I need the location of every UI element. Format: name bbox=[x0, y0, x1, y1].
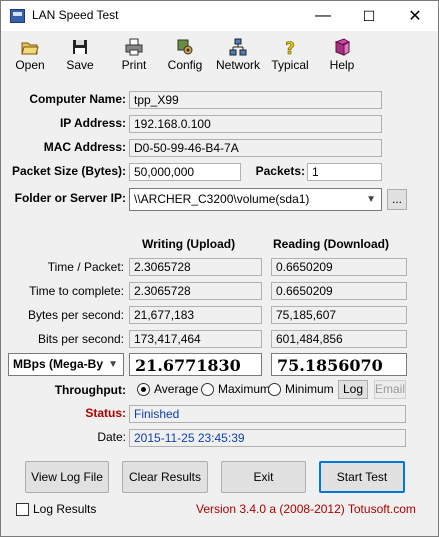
reading-header: Reading (Download) bbox=[273, 237, 389, 251]
date-label: Date: bbox=[97, 430, 126, 444]
toolbar-typical-button[interactable]: ? Typical bbox=[269, 38, 311, 74]
toolbar-help-button[interactable]: Help bbox=[326, 38, 358, 74]
minimize-button[interactable]: — bbox=[300, 1, 346, 31]
toolbar-save-button[interactable]: Save bbox=[63, 38, 97, 74]
clear-results-button[interactable]: Clear Results bbox=[122, 461, 208, 493]
open-folder-icon bbox=[21, 38, 39, 56]
ip-address-label: IP Address: bbox=[59, 116, 126, 130]
folder-server-combo[interactable]: \\ARCHER_C3200\volume(sda1) ▼ bbox=[129, 188, 382, 211]
chevron-down-icon[interactable]: ▼ bbox=[366, 194, 376, 205]
exit-button[interactable]: Exit bbox=[221, 461, 306, 493]
toolbar: Open Save Print Config Network ? Typical… bbox=[1, 32, 438, 76]
mac-address-field: D0-50-99-46-B4-7A bbox=[129, 139, 382, 157]
toolbar-print-button[interactable]: Print bbox=[117, 38, 151, 74]
packets-label: Packets: bbox=[255, 164, 305, 178]
read-speed-display: 75.1856070 bbox=[271, 353, 407, 376]
checkbox-unchecked-icon bbox=[16, 502, 29, 516]
version-text: Version 3.4.0 a (2008-2012) Totusoft.com bbox=[196, 502, 416, 516]
start-test-button[interactable]: Start Test bbox=[319, 461, 405, 493]
time-to-complete-write: 2.3065728 bbox=[129, 282, 262, 300]
throughput-label: Throughput: bbox=[54, 383, 126, 397]
toolbar-network-button[interactable]: Network bbox=[214, 38, 262, 74]
window-title: LAN Speed Test bbox=[32, 8, 119, 22]
writing-header: Writing (Upload) bbox=[142, 237, 236, 251]
chevron-down-icon[interactable]: ▼ bbox=[106, 359, 118, 370]
close-button[interactable]: ✕ bbox=[392, 1, 438, 31]
computer-name-label: Computer Name: bbox=[29, 92, 126, 106]
bytes-per-second-label: Bytes per second: bbox=[27, 308, 124, 322]
toolbar-open-button[interactable]: Open bbox=[11, 38, 49, 74]
svg-text:?: ? bbox=[285, 39, 295, 56]
time-per-packet-write: 2.3065728 bbox=[129, 258, 262, 276]
date-field: 2015-11-25 23:45:39 bbox=[129, 429, 406, 447]
ip-address-field: 192.168.0.100 bbox=[129, 115, 382, 133]
radio-unselected-icon bbox=[201, 382, 214, 396]
title-bar: LAN Speed Test — ☐ ✕ bbox=[1, 1, 438, 31]
main-panel: Computer Name: tpp_X99 IP Address: 192.1… bbox=[1, 79, 438, 537]
folder-server-label: Folder or Server IP: bbox=[14, 191, 126, 205]
bits-per-second-write: 173,417,464 bbox=[129, 330, 262, 348]
packets-input[interactable]: 1 bbox=[307, 163, 382, 181]
packet-size-input[interactable]: 50,000,000 bbox=[129, 163, 241, 181]
throughput-maximum-radio[interactable]: Maximum bbox=[201, 382, 270, 396]
folder-server-value: \\ARCHER_C3200\volume(sda1) bbox=[134, 192, 310, 206]
radio-selected-icon bbox=[137, 382, 150, 396]
time-to-complete-label: Time to complete: bbox=[29, 284, 124, 298]
question-mark-icon: ? bbox=[281, 38, 299, 60]
time-per-packet-label: Time / Packet: bbox=[47, 260, 124, 274]
app-icon bbox=[10, 9, 25, 23]
write-speed-display: 21.6771830 bbox=[129, 353, 262, 376]
unit-select-value: MBps (Mega-By bbox=[13, 357, 104, 371]
mac-address-label: MAC Address: bbox=[43, 140, 126, 154]
packet-size-label: Packet Size (Bytes): bbox=[11, 164, 126, 178]
email-button[interactable]: Email bbox=[374, 380, 406, 399]
unit-select[interactable]: MBps (Mega-By ▼ bbox=[8, 353, 124, 376]
radio-unselected-icon bbox=[268, 382, 281, 396]
printer-icon bbox=[125, 38, 143, 56]
log-results-checkbox[interactable]: Log Results bbox=[16, 502, 96, 516]
throughput-minimum-radio[interactable]: Minimum bbox=[268, 382, 334, 396]
time-per-packet-read: 0.6650209 bbox=[271, 258, 407, 276]
view-log-file-button[interactable]: View Log File bbox=[25, 461, 109, 493]
browse-button[interactable]: ... bbox=[387, 189, 407, 210]
log-button[interactable]: Log bbox=[338, 380, 368, 399]
network-icon bbox=[229, 38, 247, 56]
time-to-complete-read: 0.6650209 bbox=[271, 282, 407, 300]
bits-per-second-read: 601,484,856 bbox=[271, 330, 407, 348]
floppy-disk-icon bbox=[71, 38, 89, 56]
throughput-average-radio[interactable]: Average bbox=[137, 382, 198, 396]
maximize-button[interactable]: ☐ bbox=[346, 1, 392, 31]
help-book-icon bbox=[333, 38, 351, 56]
bits-per-second-label: Bits per second: bbox=[37, 332, 124, 346]
config-icon bbox=[176, 38, 194, 56]
bytes-per-second-read: 75,185,607 bbox=[271, 306, 407, 324]
app-window: LAN Speed Test — ☐ ✕ Open Save Print Con… bbox=[0, 0, 439, 537]
bytes-per-second-write: 21,677,183 bbox=[129, 306, 262, 324]
computer-name-field: tpp_X99 bbox=[129, 91, 382, 109]
toolbar-config-button[interactable]: Config bbox=[165, 38, 205, 74]
status-label: Status: bbox=[85, 406, 126, 420]
status-field: Finished bbox=[129, 405, 406, 423]
